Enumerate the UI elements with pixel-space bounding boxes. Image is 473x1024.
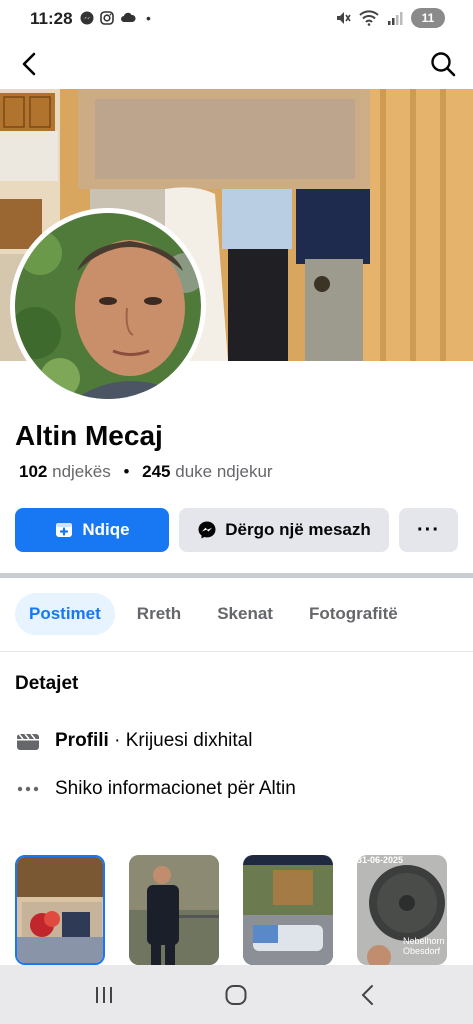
thumbnail-place-line2: Obesdorf [403,946,441,956]
more-dots-icon [15,776,41,802]
photo-thumbnail[interactable]: 31-06-2025 Nebelhorn Obesdorf [357,855,447,965]
thumbnail-image [129,855,219,965]
followers-link[interactable]: 102 ndjekës [19,462,111,481]
status-bar: 11:28 • 11 [0,0,473,38]
profile-name: Altin Mecaj [15,420,163,451]
tab-reels[interactable]: Skenat [203,593,287,635]
following-count: 245 [142,462,171,481]
follow-stats: 102 ndjekës • 245 duke ndjekur [19,462,273,482]
thumbnail-image: 31-06-2025 Nebelhorn Obesdorf [357,855,447,965]
wifi-icon [359,10,379,26]
cloud-icon [121,12,136,22]
see-info-row[interactable]: Shiko informacionet për Altin [15,776,296,802]
more-options-button[interactable]: ··· [399,508,458,552]
clapperboard-icon [15,728,41,754]
photo-thumbnail[interactable] [243,855,333,965]
profile-category-row: Profili · Krijuesi dixhital [15,728,252,754]
instagram-icon [100,11,114,25]
system-back-button[interactable] [354,981,382,1009]
status-dot: • [146,10,151,26]
profile-category-label: Profili [55,730,109,751]
recent-apps-button[interactable] [90,981,118,1009]
search-icon [431,52,456,77]
send-message-label: Dërgo një mesazh [225,520,371,539]
chevron-left-icon [22,52,36,76]
section-divider [0,573,473,578]
follow-label: Ndiqe [82,520,130,539]
profile-tabs: Postimet Rreth Skenat Fotografitë [15,593,412,635]
tab-photos[interactable]: Fotografitë [295,593,412,635]
profile-picture[interactable] [10,208,206,404]
back-button[interactable] [14,48,46,80]
following-label: duke ndjekur [175,462,273,481]
status-notification-icons: • [80,10,151,26]
top-navigation [0,38,473,88]
followers-label: ndjekës [52,462,111,481]
stats-separator: • [123,462,130,481]
follow-icon [56,523,73,537]
battery-indicator: 11 [411,8,445,28]
status-system-icons: 11 [335,8,445,28]
thumbnail-image [17,857,103,963]
details-heading: Detajet [15,673,79,694]
system-navigation-bar [0,965,473,1024]
thumbnail-place-line1: Nebelhorn [403,936,445,946]
recent-apps-icon [96,987,112,1003]
search-button[interactable] [427,48,459,80]
back-arrow-icon [361,985,373,1005]
followers-count: 102 [19,462,48,481]
following-link[interactable]: 245 duke ndjekur [142,462,272,481]
tab-about[interactable]: Rreth [123,593,195,635]
thumbnail-image [243,855,333,965]
photo-thumbnail[interactable] [15,855,105,965]
more-options-icon: ··· [417,518,440,541]
see-info-label: Shiko informacionet për Altin [55,778,296,799]
profile-category-text: Profili · Krijuesi dixhital [55,730,252,752]
profile-picture-image [15,213,201,399]
tabs-divider [0,651,473,652]
messenger-icon [198,521,216,539]
home-icon [225,985,247,1005]
photo-thumbnail[interactable] [129,855,219,965]
signal-icon [388,12,403,25]
messenger-icon [80,11,94,25]
battery-level: 11 [421,11,435,25]
follow-button[interactable]: Ndiqe [15,508,169,552]
profile-category-value: · Krijuesi dixhital [108,730,253,751]
profile-actions: Ndiqe Dërgo një mesazh ··· [15,508,458,552]
send-message-button[interactable]: Dërgo një mesazh [179,508,389,552]
status-time: 11:28 [30,9,73,28]
thumbnail-date-text: 31-06-2025 [357,855,403,865]
photos-strip: 31-06-2025 Nebelhorn Obesdorf [15,855,473,965]
home-button[interactable] [222,981,250,1009]
mute-icon [337,12,351,24]
tab-posts[interactable]: Postimet [15,593,115,635]
